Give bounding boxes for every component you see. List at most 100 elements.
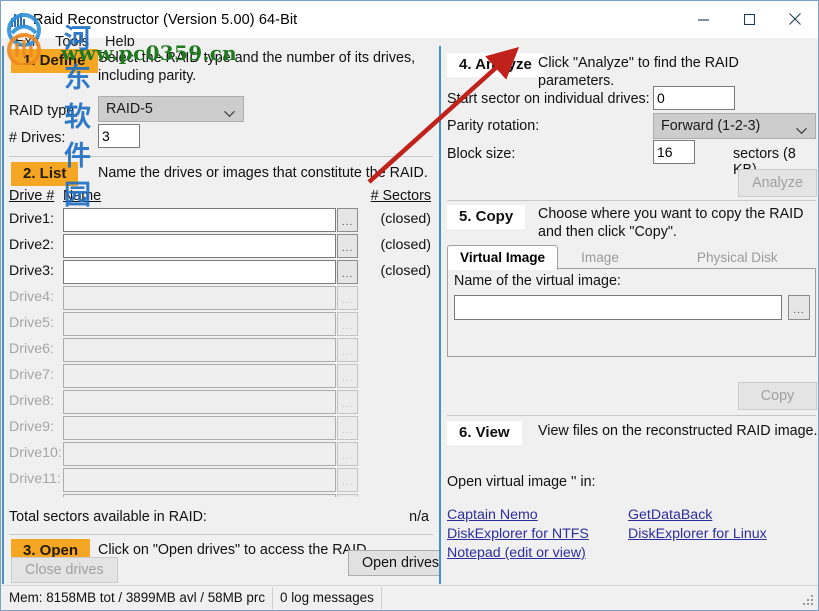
link-notepad[interactable]: Notepad (edit or view) [447,545,586,561]
drive-row: Drive9:... [4,415,438,441]
drive-label-2: Drive2: [9,237,54,253]
link-captain-nemo[interactable]: Captain Nemo [447,507,538,523]
raid-type-value: RAID-5 [106,101,153,117]
drive-name-input-5 [63,312,336,336]
step-badge-analyze: 4. Analyze [447,53,544,77]
drive-list: Drive1:... (closed) Drive2:... (closed) Driv… [4,207,438,497]
total-sectors-value: n/a [409,509,429,525]
status-bar: Mem: 8158MB tot / 3899MB avl / 58MB prc … [2,585,818,609]
drive-browse-button-11: ... [337,468,358,492]
step-badge-copy: 5. Copy [447,205,526,229]
drive-row: Drive5:... [4,311,438,337]
window-title: Raid Reconstructor (Version 5.00) 64-Bit [33,11,298,28]
drive-name-input-12 [63,494,336,497]
start-sector-label: Start sector on individual drives: [447,91,650,107]
link-diskexplorer-linux[interactable]: DiskExplorer for Linux [628,526,767,542]
drive-name-input-6 [63,338,336,362]
raid-type-select[interactable]: RAID-5 [98,96,244,122]
drive-label-6: Drive6: [9,341,54,357]
drive-browse-button-6: ... [337,338,358,362]
step-badge-view: 6. View [447,421,522,445]
view-description: View files on the reconstructed RAID ima… [538,423,818,439]
minimize-icon[interactable] [680,1,726,37]
raid-bars-icon [10,12,26,28]
define-description: Select the RAID type and the number of i… [98,50,416,84]
drive-name-input-10 [63,442,336,466]
drive-row: Drive3:... (closed) [4,259,438,285]
drive-label-1: Drive1: [9,211,54,227]
drive-browse-button-7: ... [337,364,358,388]
drive-browse-button-12: ... [337,494,358,497]
drive-name-input-3[interactable] [63,260,336,284]
drive-sectors-1: (closed) [380,211,431,227]
right-pane: 4. Analyze Click "Analyze" to find the R… [439,46,818,584]
total-sectors-label: Total sectors available in RAID: [9,509,207,525]
copy-button[interactable]: Copy [738,382,817,411]
step-badge-list: 2. List [11,162,79,186]
drive-name-input-2[interactable] [63,234,336,258]
virtual-image-panel: Name of the virtual image: ... [447,268,816,357]
close-icon[interactable] [772,1,818,37]
virtual-image-name-input[interactable] [454,295,782,320]
drive-browse-button-2[interactable]: ... [337,234,358,258]
drive-row: Drive6:... [4,337,438,363]
copy-description: Choose where you want to copy the RAID a… [538,206,804,240]
drive-browse-button-10: ... [337,442,358,466]
drive-name-input-8 [63,390,336,414]
drive-browse-button-5: ... [337,312,358,336]
parity-rotation-value: Forward (1-2-3) [661,118,761,134]
drive-row: Drive8:... [4,389,438,415]
drive-label-10: Drive10: [9,445,62,461]
drive-name-input-1[interactable] [63,208,336,232]
copy-tabs: Virtual Image Image Physical Disk [447,243,816,270]
step-badge-define: 1. Define [11,49,98,73]
drive-name-input-11 [63,468,336,492]
drive-browse-button-4: ... [337,286,358,310]
drive-label-5: Drive5: [9,315,54,331]
chevron-down-icon [224,106,235,118]
start-sector-input[interactable] [653,86,735,110]
browse-virtual-image-button[interactable]: ... [788,295,810,320]
resize-grip[interactable] [803,594,815,606]
num-drives-input[interactable] [98,124,140,148]
maximize-icon[interactable] [726,1,772,37]
application-window: Raid Reconstructor (Version 5.00) 64-Bit… [0,0,819,611]
drive-label-8: Drive8: [9,393,54,409]
drive-row: Drive4:... [4,285,438,311]
block-size-input[interactable] [653,140,695,164]
drive-label-3: Drive3: [9,263,54,279]
drive-name-input-9 [63,416,336,440]
open-drives-button[interactable]: Open drives [348,550,454,577]
drive-row: Drive2:... (closed) [4,233,438,259]
drive-label-9: Drive9: [9,419,54,435]
window-controls [680,1,818,37]
parity-rotation-select[interactable]: Forward (1-2-3) [653,113,816,139]
drive-row: Drive7:... [4,363,438,389]
tab-image[interactable]: Image [568,245,632,270]
analyze-button[interactable]: Analyze [738,169,817,198]
status-log-messages: 0 log messages [273,586,382,609]
tab-physical-disk[interactable]: Physical Disk [684,245,791,270]
column-header-name: Name [63,188,102,204]
column-header-drive: Drive # [9,188,55,204]
drive-browse-button-9: ... [337,416,358,440]
drive-browse-button-3[interactable]: ... [337,260,358,284]
link-diskexplorer-ntfs[interactable]: DiskExplorer for NTFS [447,526,589,542]
drive-label-7: Drive7: [9,367,54,383]
parity-rotation-label: Parity rotation: [447,118,540,134]
drive-browse-button-1[interactable]: ... [337,208,358,232]
drive-row: Drive12:... [4,493,438,497]
drive-name-input-4 [63,286,336,310]
drive-row: Drive11:... [4,467,438,493]
num-drives-label: # Drives: [9,130,66,146]
virtual-image-name-label: Name of the virtual image: [454,273,621,289]
drive-sectors-2: (closed) [380,237,431,253]
drive-sectors-3: (closed) [380,263,431,279]
drive-label-4: Drive4: [9,289,54,305]
link-getdataback[interactable]: GetDataBack [628,507,712,523]
block-size-label: Block size: [447,146,516,162]
tab-virtual-image[interactable]: Virtual Image [447,245,559,270]
chevron-down-icon [796,123,807,135]
status-memory: Mem: 8158MB tot / 3899MB avl / 58MB prc [2,586,274,609]
close-drives-button[interactable]: Close drives [11,557,118,584]
